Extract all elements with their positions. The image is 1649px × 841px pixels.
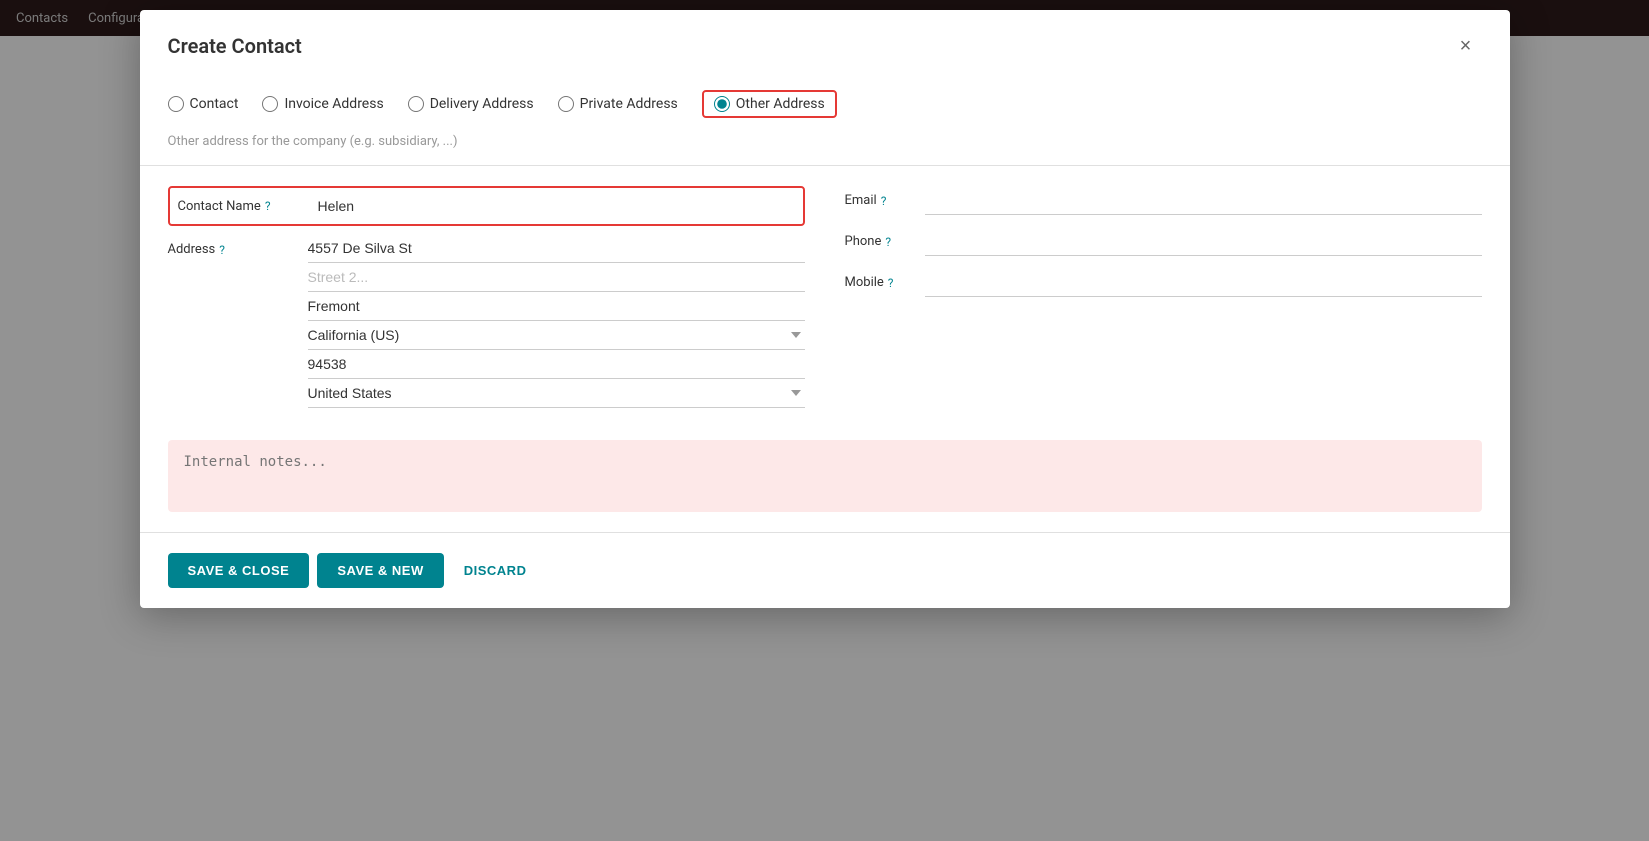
contact-name-label: Contact Name ?	[178, 199, 318, 214]
mobile-label: Mobile ?	[845, 275, 925, 290]
street2-input[interactable]	[308, 263, 805, 292]
notes-area	[168, 440, 1482, 512]
radio-other-input[interactable]	[714, 96, 730, 112]
email-help-icon[interactable]: ?	[881, 194, 887, 208]
email-input[interactable]	[925, 186, 1482, 215]
radio-delivery-label: Delivery Address	[430, 96, 534, 112]
modal-overlay: Create Contact × Contact Invoice Address…	[0, 0, 1649, 841]
form-right: Email ? Phone ?	[845, 186, 1482, 416]
contact-name-row: Contact Name ?	[168, 186, 805, 226]
close-button[interactable]: ×	[1450, 30, 1482, 62]
address-label: Address ?	[168, 234, 308, 257]
street1-input[interactable]	[308, 234, 805, 263]
phone-row: Phone ?	[845, 227, 1482, 256]
phone-help-icon[interactable]: ?	[885, 235, 891, 249]
notes-textarea[interactable]	[184, 454, 1466, 494]
phone-label: Phone ?	[845, 234, 925, 249]
contact-name-input[interactable]	[318, 192, 795, 220]
country-select[interactable]: United States	[308, 379, 805, 408]
state-select[interactable]: California (US)	[308, 321, 805, 350]
form-left: Contact Name ? Address ?	[168, 186, 805, 416]
email-row: Email ?	[845, 186, 1482, 215]
radio-invoice-input[interactable]	[262, 96, 278, 112]
address-description: Other address for the company (e.g. subs…	[140, 134, 1510, 165]
email-field	[925, 186, 1482, 215]
radio-other[interactable]: Other Address	[702, 90, 837, 118]
mobile-help-icon[interactable]: ?	[888, 276, 894, 290]
radio-private-input[interactable]	[558, 96, 574, 112]
address-field: California (US) United States	[308, 234, 805, 408]
mobile-row: Mobile ?	[845, 268, 1482, 297]
radio-contact-label: Contact	[190, 96, 239, 112]
mobile-field	[925, 268, 1482, 297]
radio-delivery-input[interactable]	[408, 96, 424, 112]
radio-contact-input[interactable]	[168, 96, 184, 112]
phone-field	[925, 227, 1482, 256]
city-input[interactable]	[308, 292, 805, 321]
address-row: Address ? California (US) United States	[168, 234, 805, 408]
radio-delivery[interactable]: Delivery Address	[408, 96, 534, 112]
address-help-icon[interactable]: ?	[219, 243, 225, 257]
radio-private[interactable]: Private Address	[558, 96, 678, 112]
zip-input[interactable]	[308, 350, 805, 379]
mobile-input[interactable]	[925, 268, 1482, 297]
radio-contact[interactable]: Contact	[168, 96, 239, 112]
form-body: Contact Name ? Address ?	[140, 186, 1510, 416]
radio-other-label: Other Address	[736, 96, 825, 112]
close-icon: ×	[1460, 35, 1472, 58]
modal-title: Create Contact	[168, 34, 302, 58]
discard-button[interactable]: DISCARD	[452, 553, 539, 588]
phone-input[interactable]	[925, 227, 1482, 256]
save-close-button[interactable]: SAVE & CLOSE	[168, 553, 310, 588]
radio-invoice[interactable]: Invoice Address	[262, 96, 383, 112]
contact-name-help-icon[interactable]: ?	[265, 199, 271, 213]
save-new-button[interactable]: SAVE & NEW	[317, 553, 443, 588]
modal-header: Create Contact ×	[140, 10, 1510, 78]
radio-invoice-label: Invoice Address	[284, 96, 383, 112]
radio-private-label: Private Address	[580, 96, 678, 112]
address-type-row: Contact Invoice Address Delivery Address…	[140, 78, 1510, 134]
modal-footer: SAVE & CLOSE SAVE & NEW DISCARD	[140, 532, 1510, 608]
create-contact-modal: Create Contact × Contact Invoice Address…	[140, 10, 1510, 608]
email-label: Email ?	[845, 193, 925, 208]
contact-name-field	[318, 192, 795, 220]
